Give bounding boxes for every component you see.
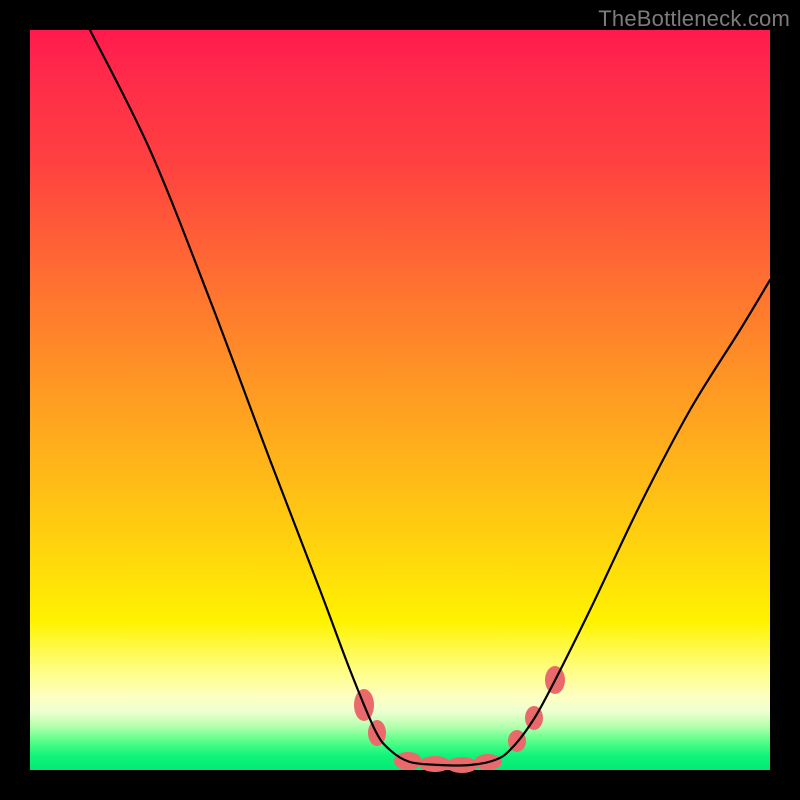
watermark-text: TheBottleneck.com — [598, 6, 790, 32]
bottleneck-curve — [90, 30, 770, 766]
plot-area — [30, 30, 770, 770]
chart-frame: TheBottleneck.com — [0, 0, 800, 800]
curve-layer — [30, 30, 770, 770]
